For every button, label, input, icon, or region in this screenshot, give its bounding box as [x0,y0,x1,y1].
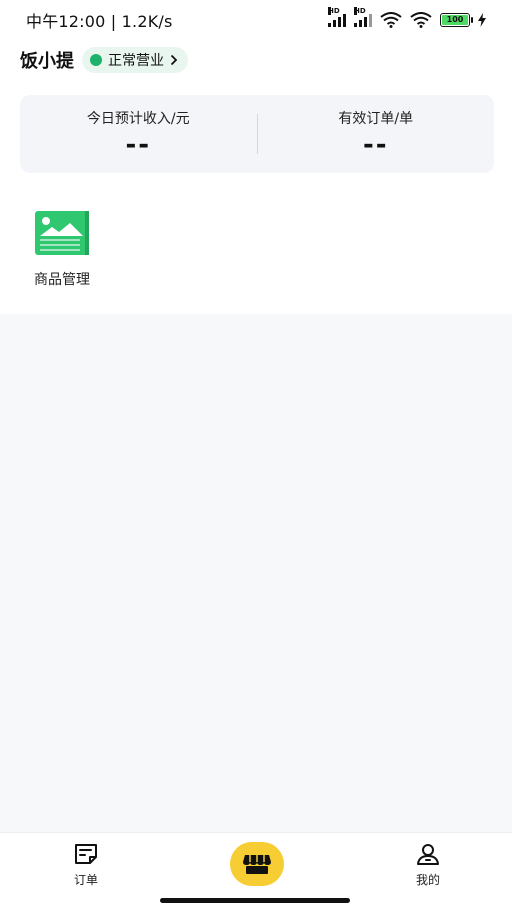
income-value: -- [125,130,152,160]
battery-icon: 100 [440,13,473,27]
nav-mine-label: 我的 [415,873,440,887]
status-dot-icon [90,54,102,66]
business-status-label: 正常营业 [108,53,164,69]
orders-label: 有效订单/单 [338,111,414,127]
nav-store-button[interactable] [230,842,284,886]
wifi-icon [380,12,402,28]
business-status-button[interactable]: 正常营业 [82,47,188,73]
status-time: 中午12:00 | 1.2K/s [26,12,173,31]
signal-icon: HD [328,7,346,27]
signal-icon-2: HD [354,7,372,27]
store-name: 饭小提 [20,51,74,72]
user-icon [417,844,439,865]
image-icon [35,211,89,255]
store-row: 饭小提 正常营业 [20,46,188,74]
status-icons: HD HD 100 [328,7,486,28]
orders-stat[interactable]: 有效订单/单 -- [258,95,495,173]
battery-level: 100 [442,15,468,25]
orders-icon [75,844,97,864]
product-management-label: 商品管理 [34,272,90,288]
wifi-icon-2 [410,12,432,28]
storefront-icon [243,855,271,874]
nav-orders[interactable]: 订单 [56,843,116,888]
income-label: 今日预计收入/元 [86,111,190,127]
stats-card: 今日预计收入/元 -- 有效订单/单 -- [20,95,494,173]
app-page: 中午12:00 | 1.2K/s HD HD 100 饭小提 正常营业 今日预计… [0,0,512,910]
income-stat[interactable]: 今日预计收入/元 -- [20,95,257,173]
dashboard-header: 饭小提 正常营业 今日预计收入/元 -- 有效订单/单 -- 商品管理 [0,40,512,314]
orders-value: -- [362,130,389,160]
nav-orders-label: 订单 [73,873,98,887]
chevron-right-icon [170,54,178,66]
charging-icon [478,13,486,27]
nav-mine[interactable]: 我的 [398,843,458,888]
status-bar: 中午12:00 | 1.2K/s HD HD 100 [0,0,512,40]
product-management-entry[interactable]: 商品管理 [22,208,102,289]
home-indicator[interactable] [160,898,350,903]
